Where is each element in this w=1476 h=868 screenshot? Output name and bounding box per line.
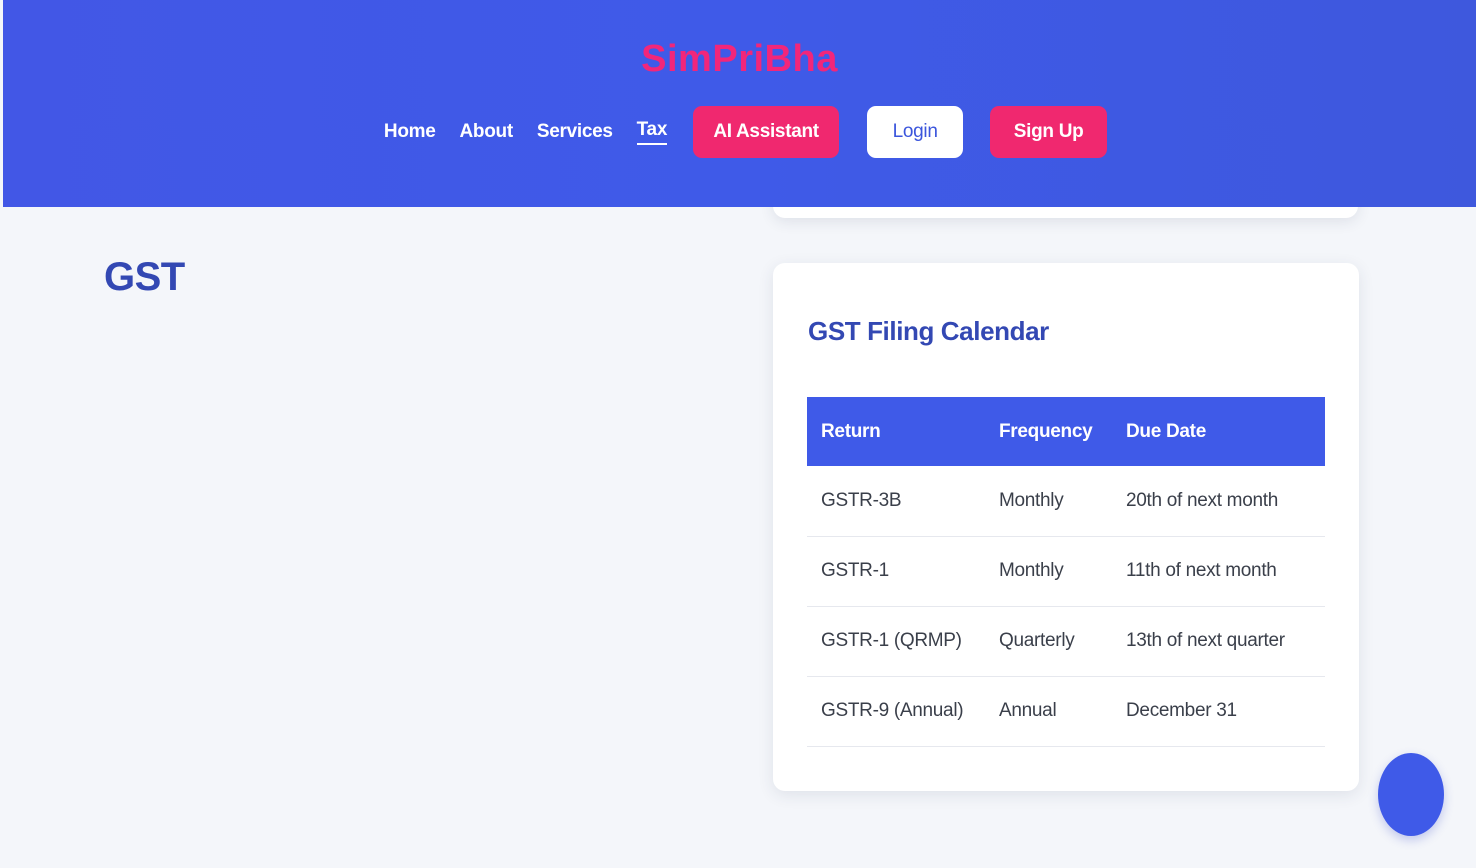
nav-services[interactable]: Services [537, 121, 613, 143]
table-row: GSTR-3B Monthly 20th of next month [807, 466, 1325, 537]
site-header: SimPriBha Home About Services Tax AI Ass… [3, 0, 1476, 207]
cell-frequency: Monthly [985, 466, 1112, 537]
cell-return: GSTR-1 [807, 536, 985, 607]
cell-frequency: Quarterly [985, 606, 1112, 677]
gst-filing-calendar-card: GST Filing Calendar Return Frequency Due… [773, 263, 1359, 791]
login-button[interactable]: Login [867, 106, 964, 158]
cell-return: GSTR-1 (QRMP) [807, 606, 985, 677]
cell-due-date: 11th of next month [1112, 536, 1325, 607]
page-title: GST [104, 255, 185, 299]
column-header-due-date: Due Date [1112, 397, 1325, 466]
cell-frequency: Monthly [985, 536, 1112, 607]
signup-button[interactable]: Sign Up [990, 106, 1108, 158]
table-row: GSTR-9 (Annual) Annual December 31 [807, 676, 1325, 747]
table-row: GSTR-1 Monthly 11th of next month [807, 536, 1325, 607]
column-header-return: Return [807, 397, 985, 466]
nav-about[interactable]: About [460, 121, 514, 143]
nav-tax[interactable]: Tax [636, 119, 667, 145]
cell-return: GSTR-9 (Annual) [807, 676, 985, 747]
cell-due-date: December 31 [1112, 676, 1325, 747]
ai-assistant-button[interactable]: AI Assistant [693, 106, 840, 158]
page: SimPriBha Home About Services Tax AI Ass… [0, 0, 1476, 868]
main-nav: Home About Services Tax AI Assistant Log… [3, 106, 1476, 158]
filing-calendar-table: Return Frequency Due Date GSTR-3B Monthl… [807, 397, 1325, 747]
nav-home[interactable]: Home [384, 121, 436, 143]
cell-due-date: 13th of next quarter [1112, 606, 1325, 677]
chat-bubble-icon[interactable] [1378, 753, 1444, 836]
brand-logo[interactable]: SimPriBha [3, 38, 1476, 81]
cell-due-date: 20th of next month [1112, 466, 1325, 537]
cell-return: GSTR-3B [807, 466, 985, 537]
table-row: GSTR-1 (QRMP) Quarterly 13th of next qua… [807, 606, 1325, 677]
card-title: GST Filing Calendar [808, 316, 1049, 346]
column-header-frequency: Frequency [985, 397, 1112, 466]
cell-frequency: Annual [985, 676, 1112, 747]
table-header-row: Return Frequency Due Date [807, 397, 1325, 466]
